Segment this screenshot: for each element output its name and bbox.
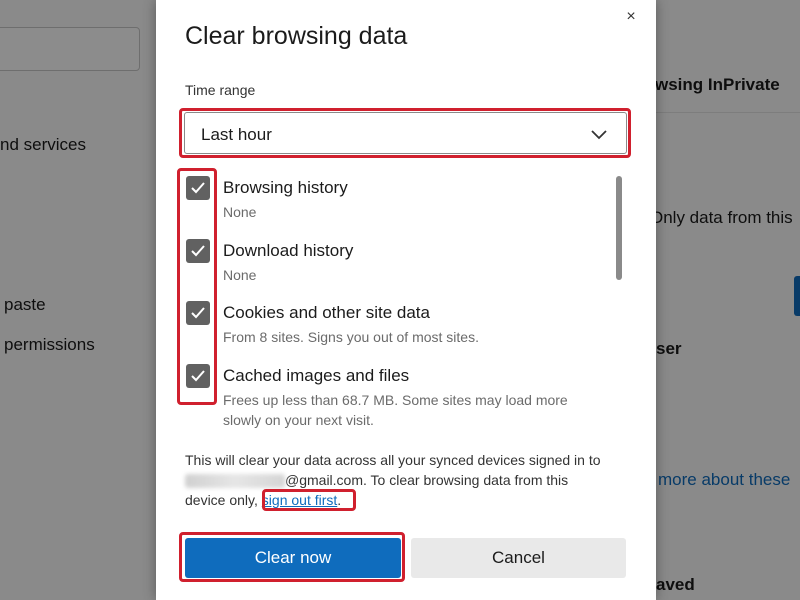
sync-line3-prefix: device only,: [185, 492, 258, 508]
list-item-browsing-history: Browsing history None: [156, 168, 616, 230]
sync-notice: This will clear your data across all you…: [185, 450, 630, 510]
item-label: Cached images and files: [223, 366, 410, 385]
cancel-button[interactable]: Cancel: [411, 538, 626, 578]
checkmark-icon: [191, 245, 205, 257]
time-range-label: Time range: [185, 82, 256, 98]
time-range-value: Last hour: [201, 125, 272, 144]
list-item-download-history: Download history None: [156, 231, 616, 293]
browsing-history-checkbox[interactable]: [186, 176, 210, 200]
item-label: Download history: [223, 241, 354, 260]
clear-browsing-data-dialog: × Clear browsing data Time range Last ho…: [156, 0, 656, 600]
dialog-title: Clear browsing data: [185, 22, 408, 50]
item-description: Frees up less than 68.7 MB. Some sites m…: [223, 392, 568, 428]
item-label: Cookies and other site data: [223, 303, 430, 322]
list-item-cached-images: Cached images and files Frees up less th…: [156, 356, 616, 430]
cached-images-checkbox[interactable]: [186, 364, 210, 388]
download-history-checkbox[interactable]: [186, 239, 210, 263]
redacted-email: [185, 474, 285, 489]
list-scrollbar[interactable]: [616, 176, 622, 280]
sync-line3-suffix: .: [337, 492, 342, 508]
sync-email-suffix: @gmail.com. To clear browsing data from …: [285, 472, 569, 488]
item-description: None: [223, 267, 257, 283]
time-range-select[interactable]: Last hour: [184, 112, 627, 154]
checkmark-icon: [191, 307, 205, 319]
item-label: Browsing history: [223, 178, 348, 197]
chevron-down-icon: [591, 130, 607, 140]
item-description: From 8 sites. Signs you out of most site…: [223, 329, 479, 345]
item-description: None: [223, 204, 257, 220]
sign-out-link[interactable]: sign out first: [262, 492, 337, 508]
checkmark-icon: [191, 370, 205, 382]
data-type-list: Browsing history None Download history N…: [156, 168, 656, 430]
list-item-cookies: Cookies and other site data From 8 sites…: [156, 293, 616, 355]
cookies-checkbox[interactable]: [186, 301, 210, 325]
checkmark-icon: [191, 182, 205, 194]
clear-now-button[interactable]: Clear now: [185, 538, 401, 578]
sync-line1: This will clear your data across all you…: [185, 452, 601, 468]
close-icon[interactable]: ×: [622, 8, 640, 26]
